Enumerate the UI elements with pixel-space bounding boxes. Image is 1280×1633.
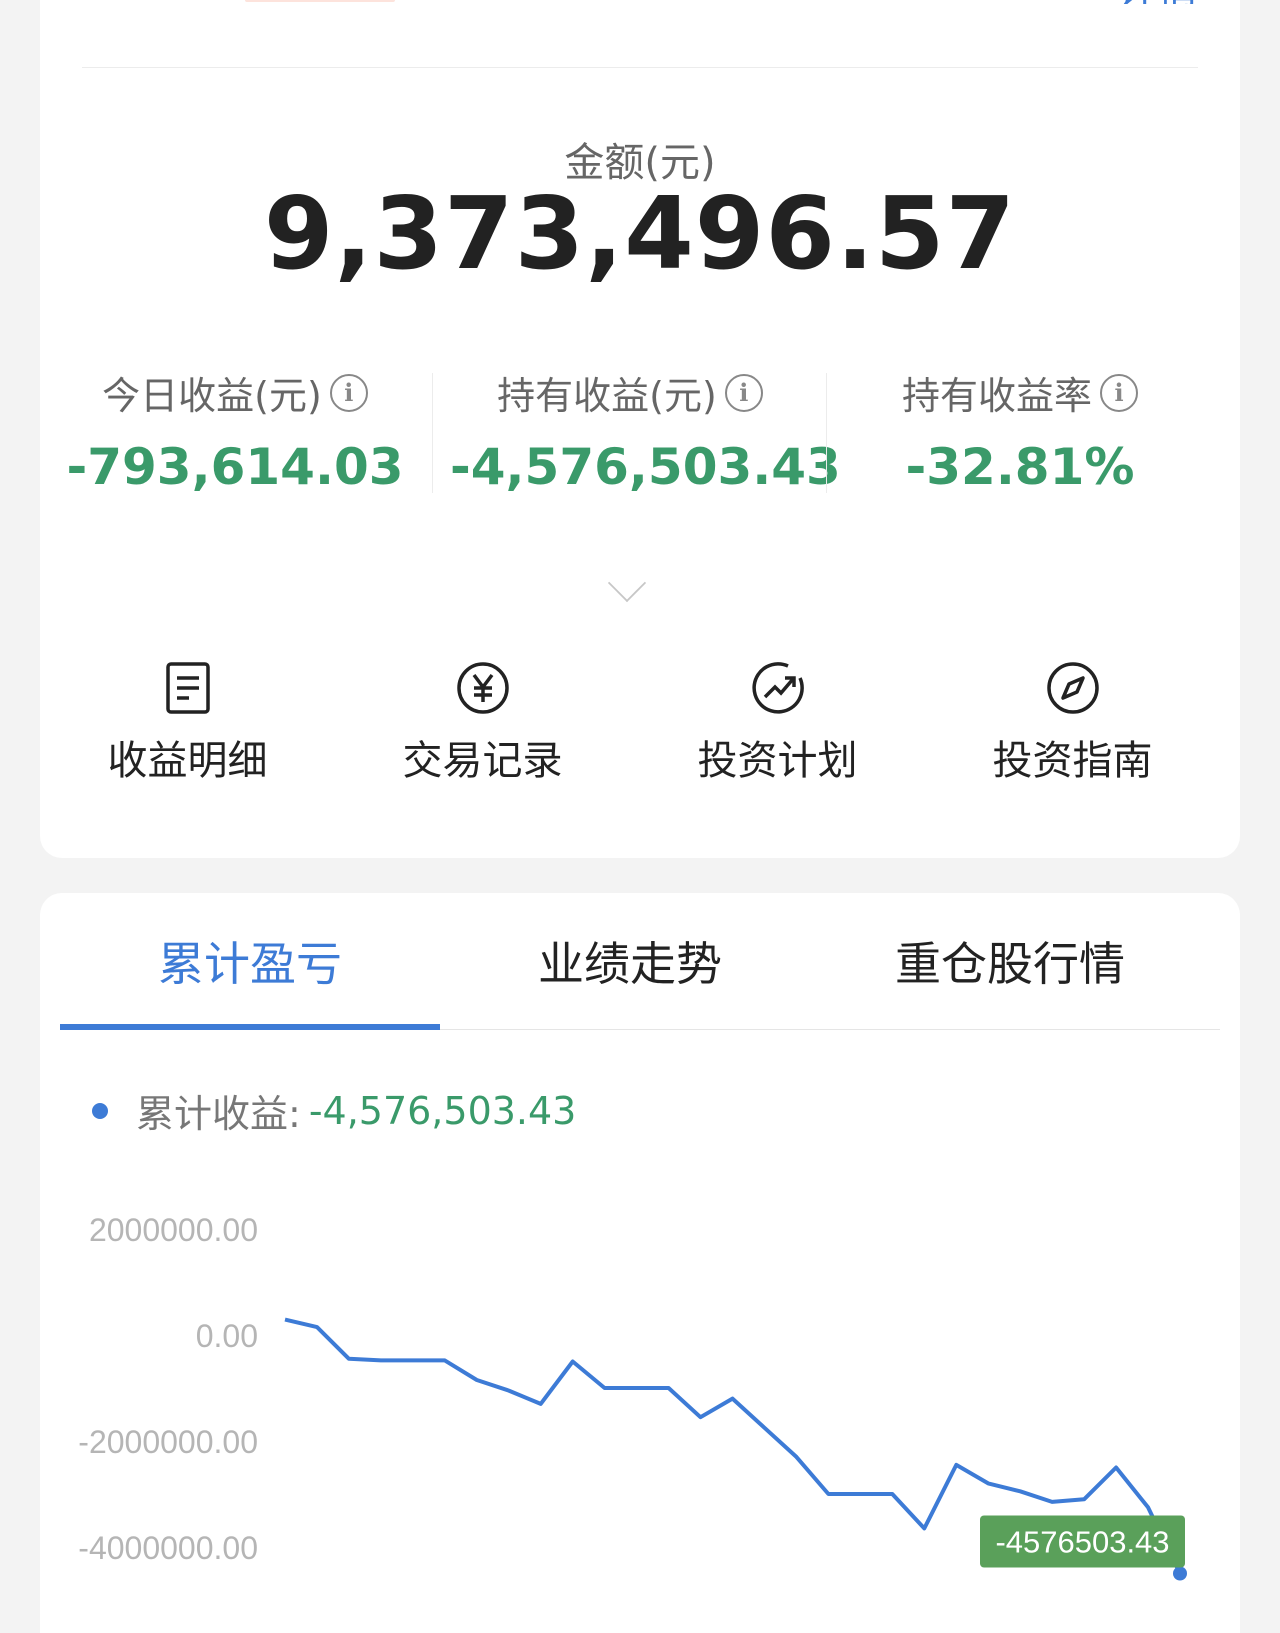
- cumulative-profit-chart[interactable]: 2000000.00 0.00 -2000000.00 -4000000.00 -457…: [40, 1193, 1240, 1613]
- y-tick-label: 2000000.00: [89, 1212, 258, 1248]
- y-tick-label: 0.00: [196, 1318, 258, 1354]
- tab-label: 重仓股行情: [895, 937, 1125, 991]
- info-icon[interactable]: i: [725, 374, 763, 412]
- account-summary-card: 详情 金额(元) 9,373,496.57 今日收益(元) i -793,614…: [40, 0, 1240, 858]
- tooltip-value: -4576503.43: [995, 1525, 1169, 1560]
- action-label: 投资计划: [630, 728, 925, 786]
- quick-actions: 收益明细 交易记录 投资计划 投资指南: [40, 660, 1240, 790]
- chevron-down-icon[interactable]: [608, 564, 646, 602]
- stat-value: -4,576,503.43: [450, 438, 810, 496]
- stat-today-profit[interactable]: 今日收益(元) i -793,614.03: [55, 365, 415, 495]
- top-tag-fragment: [245, 0, 395, 2]
- y-tick-label: -4000000.00: [78, 1530, 258, 1566]
- tab-label: 业绩走势: [538, 937, 722, 991]
- amount-value: 9,373,496.57: [40, 175, 1240, 292]
- yuan-circle-icon: [455, 660, 511, 716]
- tab-label: 累计盈亏: [158, 937, 342, 991]
- action-label: 交易记录: [335, 728, 630, 786]
- stats-row: 今日收益(元) i -793,614.03 持有收益(元) i -4,576,5…: [40, 365, 1240, 505]
- tab-performance-trend[interactable]: 业绩走势: [440, 918, 820, 1028]
- document-icon: [164, 660, 212, 716]
- performance-card: 累计盈亏 业绩走势 重仓股行情 累计收益: -4,576,503.43 2000…: [40, 893, 1240, 1633]
- info-icon[interactable]: i: [1100, 374, 1138, 412]
- stat-value: -32.81%: [840, 438, 1200, 496]
- compass-icon: [1045, 660, 1101, 716]
- stat-label: 今日收益(元): [102, 365, 322, 420]
- tab-active-indicator: [60, 1024, 440, 1030]
- legend-value: -4,576,503.43: [309, 1089, 577, 1133]
- stat-holding-profit[interactable]: 持有收益(元) i -4,576,503.43: [450, 365, 810, 495]
- stat-label: 持有收益率: [902, 365, 1092, 420]
- legend-label: 累计收益:: [136, 1083, 301, 1138]
- stat-separator: [826, 373, 827, 493]
- stat-separator: [432, 373, 433, 493]
- tab-cumulative-profit[interactable]: 累计盈亏: [60, 918, 440, 1028]
- stat-value: -793,614.03: [55, 438, 415, 496]
- action-invest-guide[interactable]: 投资指南: [925, 660, 1220, 786]
- chart-legend: 累计收益: -4,576,503.43: [92, 1083, 576, 1138]
- legend-dot: [92, 1103, 108, 1119]
- action-label: 投资指南: [925, 728, 1220, 786]
- action-profit-detail[interactable]: 收益明细: [40, 660, 335, 786]
- y-tick-label: -2000000.00: [78, 1424, 258, 1460]
- tab-top-holdings[interactable]: 重仓股行情: [820, 918, 1200, 1028]
- action-invest-plan[interactable]: 投资计划: [630, 660, 925, 786]
- info-icon[interactable]: i: [330, 374, 368, 412]
- chart-tabs: 累计盈亏 业绩走势 重仓股行情: [60, 918, 1220, 1030]
- stat-label: 持有收益(元): [497, 365, 717, 420]
- action-trade-records[interactable]: 交易记录: [335, 660, 630, 786]
- action-label: 收益明细: [40, 728, 335, 786]
- data-point: [1173, 1567, 1187, 1581]
- trend-up-icon: [750, 660, 806, 716]
- stat-holding-rate[interactable]: 持有收益率 i -32.81%: [840, 365, 1200, 495]
- divider: [82, 67, 1198, 68]
- top-link-fragment: 详情: [1118, 0, 1198, 4]
